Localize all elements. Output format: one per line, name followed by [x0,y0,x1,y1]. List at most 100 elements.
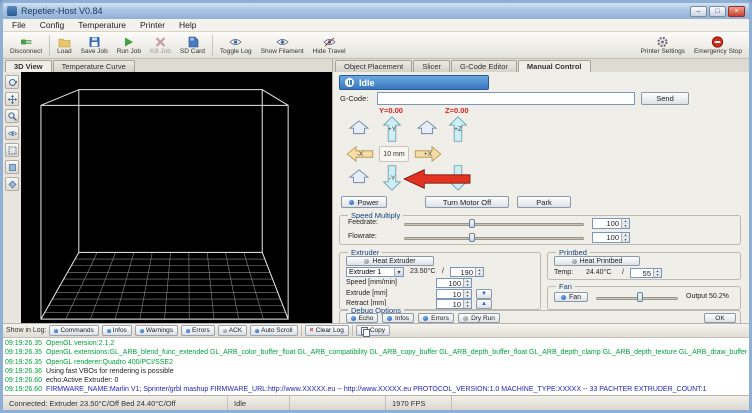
front-view-button[interactable] [5,160,19,174]
toolbar-show-filament-button[interactable]: Show Filament [257,33,308,58]
spinner-arrows[interactable]: ▴ ▾ [463,279,471,287]
spinner-arrows[interactable]: ▴ ▾ [463,300,471,308]
minimize-button[interactable]: – [690,5,707,17]
flowrate-slider[interactable] [404,233,584,242]
log-filter-ack[interactable]: ACK [217,325,248,336]
errors-label: Errors [431,314,449,322]
jog-plus-z-button[interactable]: +Z [447,116,469,142]
zoom-view-button[interactable] [5,109,19,123]
titlebar[interactable]: Repetier-Host V0.84 – □ × [3,3,749,19]
toolbar-run-job-button[interactable]: Run Job [113,33,145,58]
debug-infos-button[interactable]: Infos [382,313,414,323]
spinner-arrows[interactable]: ▴ ▾ [621,219,629,228]
toolbar-item-label: Kill Job [149,48,171,55]
spinner-arrows[interactable]: ▴ ▾ [475,268,483,276]
toolbar-sd-card-button[interactable]: SD Card [176,33,209,58]
top-view-button[interactable] [5,177,19,191]
heat-printbed-led-icon [571,258,577,264]
rotate-view-button[interactable] [5,75,19,89]
menu-temperature[interactable]: Temperature [71,20,133,30]
toolbar-disconnect-button[interactable]: Disconnect [6,33,46,58]
debug-echo-button[interactable]: Echo [346,313,378,323]
toolbar-emergency-stop-button[interactable]: Emergency Stop [690,33,746,58]
debug-errors-button[interactable]: Errors [418,313,454,323]
park-button[interactable]: Park [517,196,571,208]
log-filter-warnings[interactable]: Warnings [134,325,179,336]
statusbar-filler [452,396,749,410]
home-all-button[interactable] [416,120,438,135]
menu-help[interactable]: Help [172,20,203,30]
extrude-button[interactable]: ▼ [476,289,492,299]
close-button[interactable]: × [728,5,745,17]
tab-gcode-editor[interactable]: G-Code Editor [450,60,517,72]
log-filter-commands[interactable]: Commands [49,325,99,336]
spinner-arrows[interactable]: ▴ ▾ [653,269,661,277]
debug-ok-button[interactable]: OK [704,313,736,323]
spinner-arrows[interactable]: ▴ ▾ [621,233,629,242]
tab-3d-view[interactable]: 3D View [5,60,52,72]
retract-button[interactable]: ▲ [476,299,492,309]
home-x-button[interactable] [348,120,370,135]
spinner-arrows[interactable]: ▴ ▾ [463,290,471,298]
toolbar-hide-travel-button[interactable]: Hide Travel [309,33,350,58]
heat-printbed-button[interactable]: Heat Printbed [554,256,640,266]
infos-led-icon [386,315,392,321]
menu-config[interactable]: Config [33,20,72,30]
log-auto-scroll-toggle[interactable]: Auto Scroll [250,325,298,336]
extrude-spinner[interactable]: 10 ▴ ▾ [436,289,472,299]
clear-log-button[interactable]: × Clear Log [304,325,349,336]
fan-output-label: Output 50.2% [686,293,729,300]
fan-toggle-button[interactable]: Fan [554,292,588,302]
log-filter-errors[interactable]: Errors [181,325,215,336]
slider-track [404,237,584,241]
menu-file[interactable]: File [5,20,33,30]
tab-slicer[interactable]: Slicer [413,60,450,72]
jog-plus-y-label: +Y [387,125,397,133]
extruder-target-spinner[interactable]: 190 ▴ ▾ [450,267,484,277]
heat-extruder-button[interactable]: Heat Extruder [346,256,434,266]
extruder-select[interactable]: Extruder 1 ▾ [346,267,404,277]
slider-thumb[interactable] [468,219,475,228]
tab-manual-control[interactable]: Manual Control [517,60,591,72]
printbed-target-spinner[interactable]: 55 ▴ ▾ [630,268,662,278]
gl-viewport[interactable] [21,72,332,323]
jog-plus-x-button[interactable]: +X [413,146,443,162]
debug-dry-run-button[interactable]: Dry Run [458,313,500,323]
toolbar-save-job-button[interactable]: Save Job [77,33,112,58]
extruder-speed-spinner[interactable]: 100 ▴ ▾ [436,278,472,288]
log-timestamp: 09:19:26.35 [5,349,42,357]
feedrate-spinner[interactable]: 100 ▴ ▾ [592,218,630,229]
feedrate-slider[interactable] [404,219,584,228]
slider-thumb[interactable] [637,292,643,302]
power-toggle-button[interactable]: Power [341,196,387,208]
viewpoint-button[interactable] [5,126,19,140]
log-filter-infos[interactable]: Infos [101,325,132,336]
tab-temperature-curve[interactable]: Temperature Curve [52,60,135,72]
copy-log-button[interactable]: Copy [355,325,391,337]
flowrate-spinner[interactable]: 100 ▴ ▾ [592,232,630,243]
menu-printer[interactable]: Printer [133,20,172,30]
debug-options-group: Debug Options Echo Infos Errors Dry Run … [339,306,741,323]
move-view-button[interactable] [5,92,19,106]
slider-thumb[interactable] [468,233,475,242]
printbed-group: Printbed Heat Printbed Temp: 24.40°C / 5… [547,248,741,280]
printbed-current-temp: 24.40°C [586,269,612,276]
maximize-button[interactable]: □ [709,5,726,17]
up-arrow-icon: ▲ [481,301,487,307]
gcode-input[interactable] [377,92,635,105]
home-y-button[interactable] [348,169,370,184]
fit-view-button[interactable] [5,143,19,157]
fan-slider[interactable] [596,292,678,302]
jog-plus-y-button[interactable]: +Y [381,116,403,142]
jog-step-size[interactable]: 10 mm [379,146,409,162]
toolbar-toggle-log-button[interactable]: Toggle Log [216,33,256,58]
app-icon [7,6,17,16]
toolbar-printer-settings-button[interactable]: Printer Settings [637,33,689,58]
retract-spinner[interactable]: 10 ▴ ▾ [436,299,472,309]
log-area[interactable]: 09:19:26.35 OpenGL version:2.1.2 09:19:26… [3,337,749,395]
send-button[interactable]: Send [641,92,689,105]
toolbar-load-button[interactable]: Load [53,33,75,58]
jog-minus-x-button[interactable]: -X [345,146,375,162]
tab-object-placement[interactable]: Object Placement [335,60,413,72]
turn-motor-off-button[interactable]: Turn Motor Off [425,196,509,208]
